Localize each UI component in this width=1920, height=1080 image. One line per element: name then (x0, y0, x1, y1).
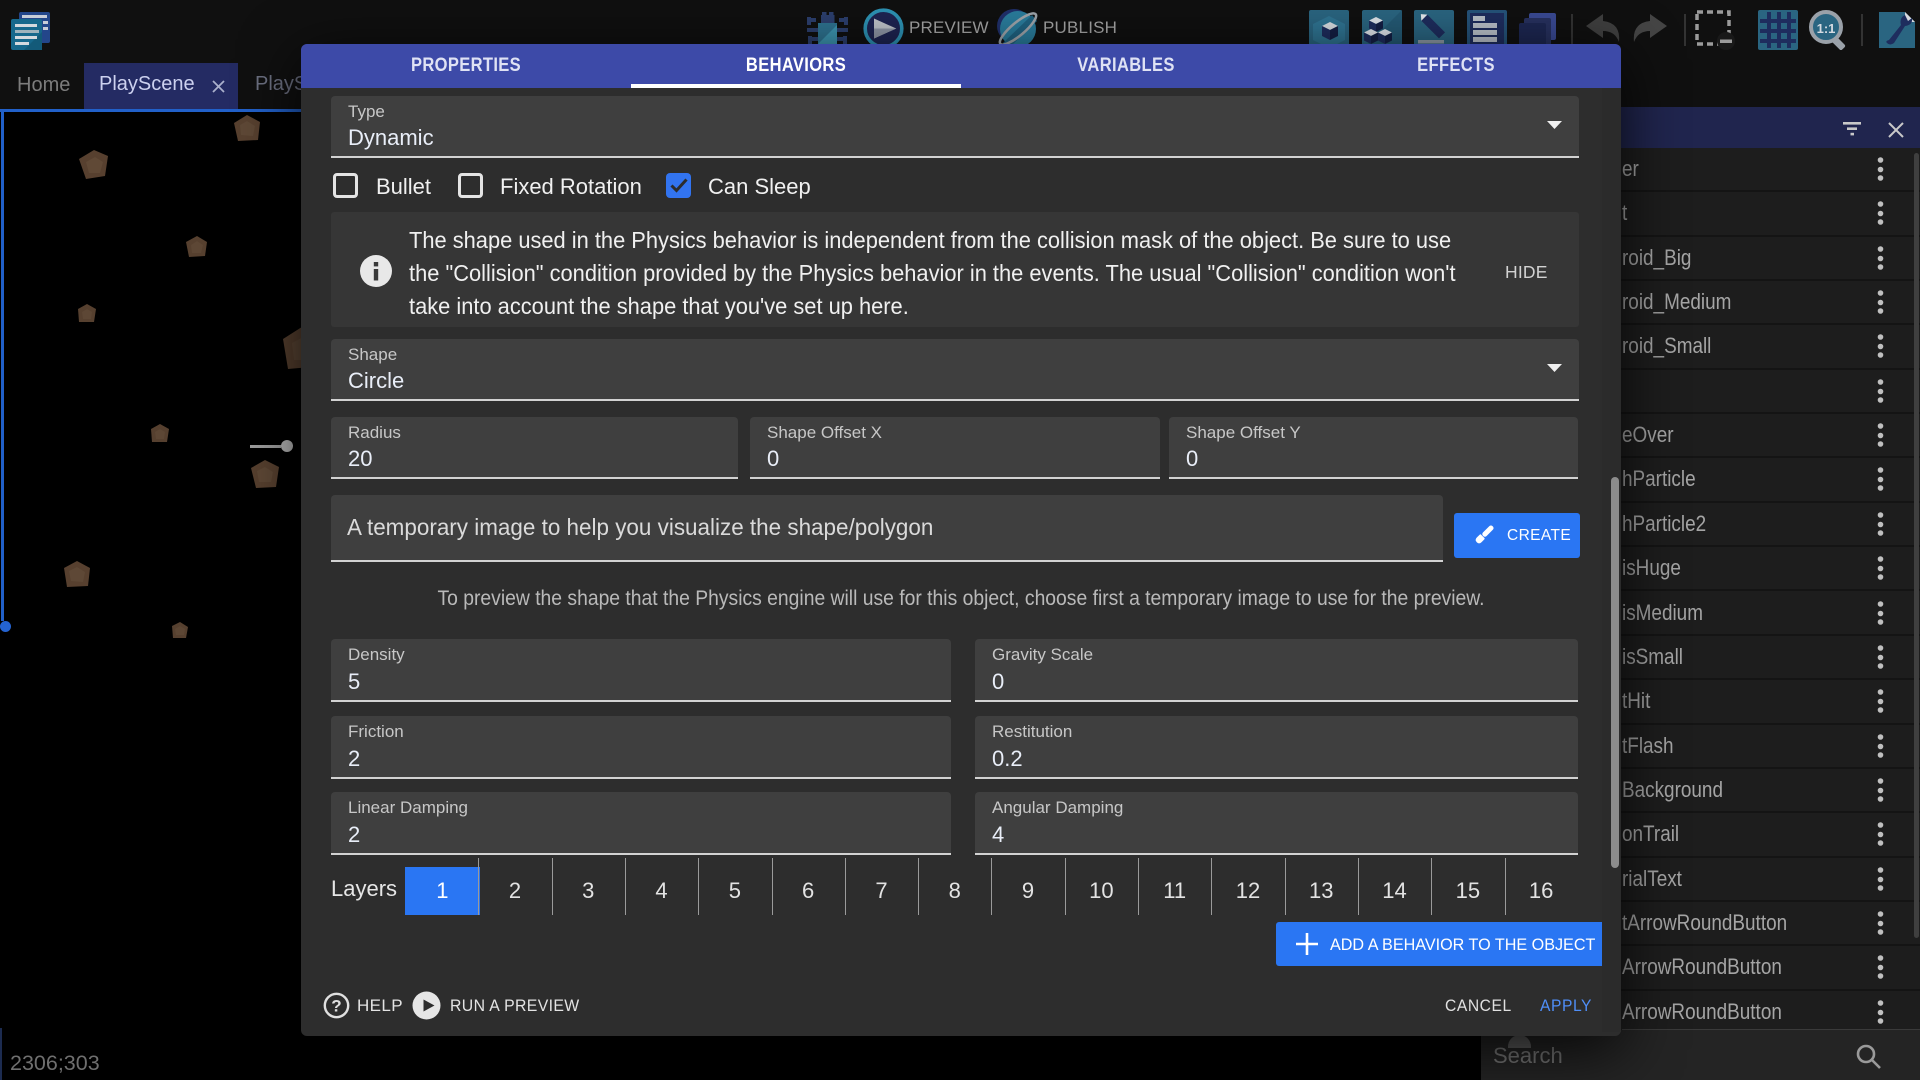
svg-text:?: ? (331, 997, 341, 1016)
svg-text:1:1: 1:1 (1817, 21, 1836, 36)
